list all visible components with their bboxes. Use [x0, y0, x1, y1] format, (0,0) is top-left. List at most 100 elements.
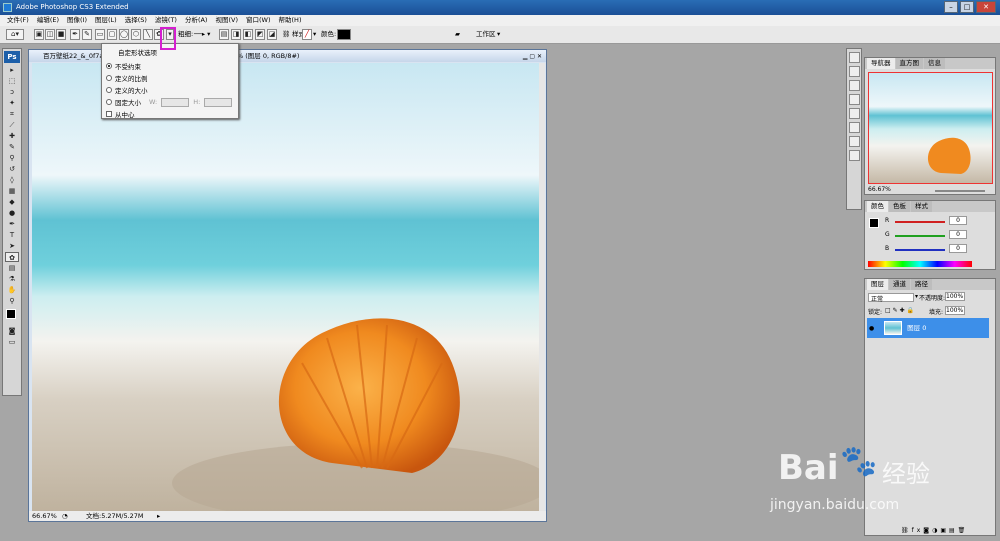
height-field[interactable] [204, 97, 233, 107]
color-foreground-swatch[interactable] [869, 218, 879, 228]
radio-fixed-size[interactable] [106, 99, 112, 105]
blend-mode-select[interactable]: 正常 [868, 293, 914, 303]
fill-field[interactable]: 100% [945, 306, 965, 315]
tab-swatches[interactable]: 色板 [889, 201, 910, 212]
close-button[interactable]: ✕ [976, 1, 996, 13]
line-icon[interactable]: ╲ [143, 29, 153, 40]
option-unconstrained[interactable]: 不受约束 [106, 60, 234, 72]
menu-help[interactable]: 帮助(H) [275, 15, 306, 26]
subtract-shape-icon[interactable]: ◧ [243, 29, 253, 40]
minimize-button[interactable]: – [944, 1, 958, 13]
style-picker[interactable]: ╱ [302, 29, 312, 40]
tab-histogram[interactable]: 直方图 [895, 58, 923, 69]
add-shape-icon[interactable]: ◨ [231, 29, 241, 40]
actions-panel-icon[interactable] [848, 66, 860, 77]
layer-comps-icon[interactable] [848, 150, 860, 161]
channel-b-slider[interactable] [895, 249, 945, 251]
menu-filter[interactable]: 滤镜(T) [151, 15, 181, 26]
character-panel-icon[interactable] [848, 122, 860, 133]
color-swatch[interactable] [337, 29, 351, 40]
lock-icons[interactable]: □ ✎ ✚ 🔒 [885, 307, 914, 314]
polygon-icon[interactable]: ⬡ [131, 29, 141, 40]
style-dropdown-icon[interactable]: ▾ [313, 29, 316, 40]
layer-row[interactable]: ● 图层 0 [867, 318, 989, 338]
tab-layers[interactable]: 图层 [867, 279, 888, 290]
history-panel-icon[interactable] [848, 52, 860, 63]
ellipse-icon[interactable]: ◯ [119, 29, 129, 40]
palette-well-icon[interactable]: ▰ [455, 29, 460, 40]
blur-tool-icon[interactable]: ◆ [5, 197, 19, 207]
tab-color[interactable]: 颜色 [867, 201, 888, 212]
zoom-tool-icon[interactable]: ⚲ [5, 296, 19, 306]
zoom-level[interactable]: 66.67% [32, 511, 57, 521]
blend-mode-dropdown-icon[interactable]: ▾ [915, 293, 918, 300]
freeform-pen-icon[interactable]: ✎ [82, 29, 92, 40]
menu-layer[interactable]: 图层(L) [91, 15, 121, 26]
new-shape-layer-icon[interactable]: ▤ [219, 29, 229, 40]
tab-navigator[interactable]: 导航器 [867, 58, 895, 69]
fill-pixels-button[interactable]: ■ [56, 29, 66, 40]
gradient-tool-icon[interactable]: ▦ [5, 186, 19, 196]
channel-b-value[interactable]: 0 [949, 244, 967, 253]
foreground-color-swatch[interactable] [6, 309, 16, 319]
option-fixed-size[interactable]: 固定大小 W: H: [106, 96, 234, 108]
type-tool-icon[interactable]: T [5, 230, 19, 240]
checkbox-from-center[interactable] [106, 111, 112, 117]
color-swatches[interactable] [5, 307, 19, 325]
exclude-shape-icon[interactable]: ◪ [267, 29, 277, 40]
magic-wand-tool-icon[interactable]: ✦ [5, 98, 19, 108]
document-window-buttons[interactable]: ▁ ▢ ✕ [523, 51, 542, 63]
history-brush-tool-icon[interactable]: ↺ [5, 164, 19, 174]
rounded-rectangle-icon[interactable]: ▢ [107, 29, 117, 40]
lasso-tool-icon[interactable]: ↄ [5, 87, 19, 97]
menu-window[interactable]: 窗口(W) [242, 15, 275, 26]
shape-layers-button[interactable]: ▣ [34, 29, 44, 40]
radio-defined-proportions[interactable] [106, 75, 112, 81]
option-defined-proportions[interactable]: 定义的比例 [106, 72, 234, 84]
clone-source-icon[interactable] [848, 108, 860, 119]
workspace-dropdown-icon[interactable]: ▾ [497, 29, 500, 40]
notes-tool-icon[interactable]: ▤ [5, 263, 19, 273]
tools-presets-icon[interactable] [848, 80, 860, 91]
eraser-tool-icon[interactable]: ◊ [5, 175, 19, 185]
navigator-zoom[interactable]: 66.67% [868, 186, 891, 193]
vertical-scrollbar[interactable] [539, 63, 545, 512]
option-defined-size[interactable]: 定义的大小 [106, 84, 234, 96]
path-selection-tool-icon[interactable]: ➤ [5, 241, 19, 251]
image-canvas[interactable] [32, 63, 539, 512]
arrow-shape-dropdown[interactable]: ──▸ ▾ [194, 29, 210, 40]
tab-styles[interactable]: 样式 [911, 201, 932, 212]
eye-icon[interactable]: ● [869, 319, 879, 339]
intersect-shape-icon[interactable]: ◩ [255, 29, 265, 40]
marquee-tool-icon[interactable]: ⬚ [5, 76, 19, 86]
dodge-tool-icon[interactable]: ● [5, 208, 19, 218]
tab-info[interactable]: 信息 [924, 58, 945, 69]
eyedropper-tool-icon[interactable]: ⚗ [5, 274, 19, 284]
crop-tool-icon[interactable]: ⌗ [5, 109, 19, 119]
clone-stamp-tool-icon[interactable]: ⚲ [5, 153, 19, 163]
channel-g-slider[interactable] [895, 235, 945, 237]
paragraph-panel-icon[interactable] [848, 136, 860, 147]
status-menu-icon[interactable]: ▸ [157, 511, 160, 521]
menu-file[interactable]: 文件(F) [3, 15, 33, 26]
channel-r-slider[interactable] [895, 221, 945, 223]
paths-button[interactable]: ◫ [45, 29, 55, 40]
menu-edit[interactable]: 编辑(E) [33, 15, 63, 26]
navigator-zoom-slider[interactable] [935, 190, 985, 192]
maximize-button[interactable]: □ [960, 1, 974, 13]
screen-mode-icon[interactable]: ▭ [5, 337, 19, 347]
link-icon[interactable]: ⛓ [282, 29, 290, 40]
hand-tool-icon[interactable]: ✋ [5, 285, 19, 295]
pen-icon[interactable]: ✒ [70, 29, 80, 40]
channel-g-value[interactable]: 0 [949, 230, 967, 239]
brushes-panel-icon[interactable] [848, 94, 860, 105]
width-field[interactable] [161, 97, 190, 107]
rectangle-icon[interactable]: ▭ [95, 29, 105, 40]
navigator-preview[interactable] [868, 72, 993, 184]
menu-view[interactable]: 视图(V) [211, 15, 242, 26]
channel-r-value[interactable]: 0 [949, 216, 967, 225]
brush-tool-icon[interactable]: ✎ [5, 142, 19, 152]
tab-channels[interactable]: 通道 [889, 279, 910, 290]
healing-brush-tool-icon[interactable]: ✚ [5, 131, 19, 141]
menu-analysis[interactable]: 分析(A) [181, 15, 212, 26]
